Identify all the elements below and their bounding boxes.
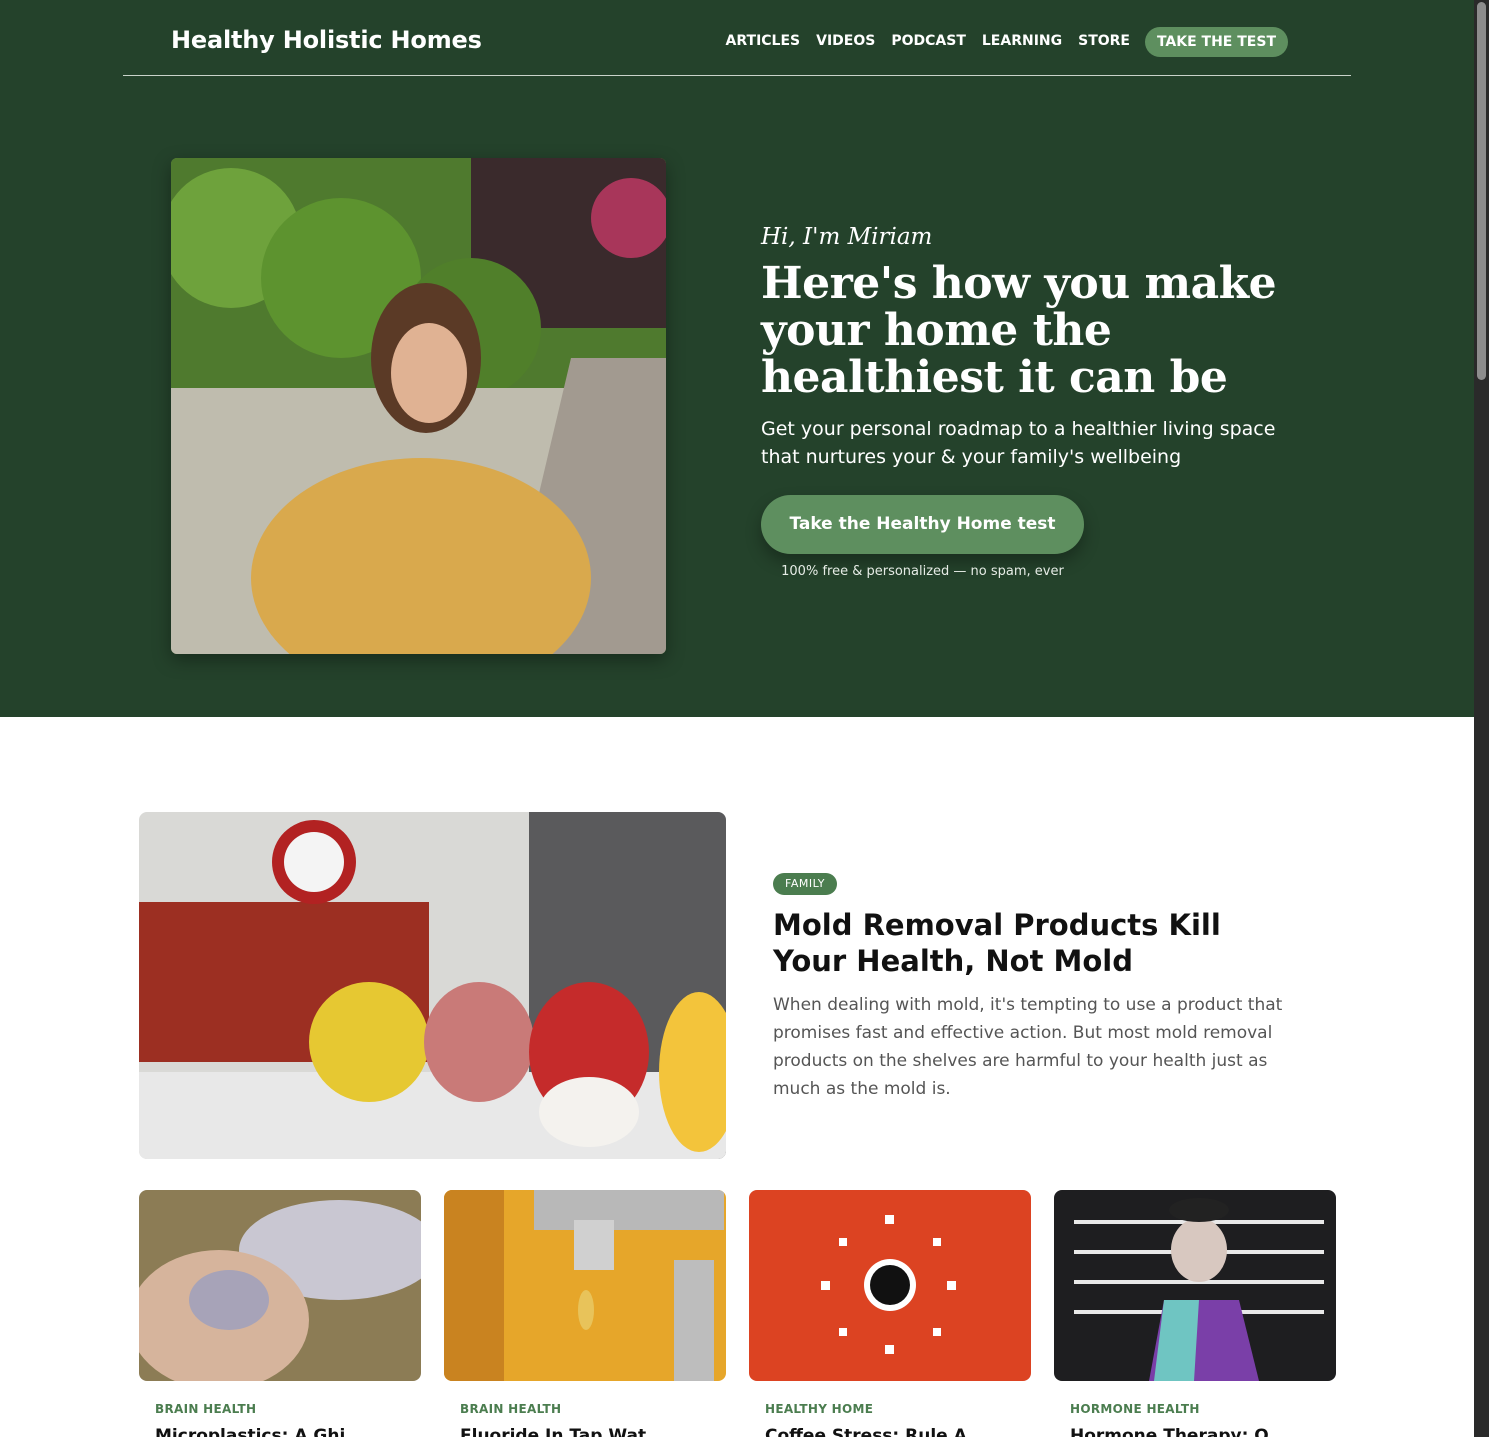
featured-article-title[interactable]: Mold Removal Products Kill Your Health, … <box>773 907 1293 979</box>
article-card-title[interactable]: Hormone Therapy: O... <box>1054 1426 1336 1437</box>
article-card-image[interactable] <box>749 1190 1031 1381</box>
article-card-title[interactable]: Fluoride In Tap Wat... <box>444 1426 726 1437</box>
nav-link-podcast[interactable]: PODCAST <box>891 33 966 49</box>
site-logo[interactable]: Healthy Holistic Homes <box>171 26 482 54</box>
nav-link-articles[interactable]: ARTICLES <box>726 33 801 49</box>
article-card-category[interactable]: HORMONE HEALTH <box>1054 1402 1336 1416</box>
hero-section: Healthy Holistic Homes ARTICLES VIDEOS P… <box>0 0 1474 717</box>
hero-subhead: Get your personal roadmap to a healthier… <box>761 418 1276 468</box>
nav-link-store[interactable]: STORE <box>1078 33 1130 49</box>
article-card[interactable]: BRAIN HEALTH Microplastics: A Ghi... <box>139 1190 421 1437</box>
nav-link-learning[interactable]: LEARNING <box>982 33 1062 49</box>
article-card[interactable]: BRAIN HEALTH Fluoride In Tap Wat... <box>444 1190 726 1437</box>
article-card[interactable]: HEALTHY HOME Coffee Stress: Rule A... <box>749 1190 1031 1437</box>
take-the-test-button[interactable]: TAKE THE TEST <box>1144 27 1288 57</box>
article-card-image[interactable] <box>139 1190 421 1381</box>
article-card-category[interactable]: HEALTHY HOME <box>749 1402 1031 1416</box>
article-card-title[interactable]: Microplastics: A Ghi... <box>139 1426 421 1437</box>
featured-article-image[interactable] <box>139 812 726 1159</box>
article-card-category[interactable]: BRAIN HEALTH <box>444 1402 726 1416</box>
hero-note: 100% free & personalized — no spam, ever <box>781 564 1064 579</box>
hero-portrait-image <box>171 158 666 654</box>
featured-article-text: FAMILY Mold Removal Products Kill Your H… <box>773 872 1333 1103</box>
hero-headline: Here's how you make your home the health… <box>761 258 1277 403</box>
healthy-home-test-button[interactable]: Take the Healthy Home test <box>761 495 1084 554</box>
featured-category-badge[interactable]: FAMILY <box>773 873 837 895</box>
scrollbar[interactable] <box>1474 0 1489 1437</box>
article-card[interactable]: HORMONE HEALTH Hormone Therapy: O... <box>1054 1190 1336 1437</box>
featured-article-excerpt: When dealing with mold, it's tempting to… <box>773 995 1283 1099</box>
nav-links: ARTICLES VIDEOS PODCAST LEARNING STORE <box>726 33 1130 49</box>
article-card-image[interactable] <box>1054 1190 1336 1381</box>
scrollbar-thumb[interactable] <box>1477 2 1486 380</box>
hero-text-block: Hi, I'm Miriam Here's how you make your … <box>761 224 1361 579</box>
page: Healthy Holistic Homes ARTICLES VIDEOS P… <box>0 0 1474 1437</box>
top-nav: Healthy Holistic Homes ARTICLES VIDEOS P… <box>123 0 1351 76</box>
article-card-image[interactable] <box>444 1190 726 1381</box>
nav-link-videos[interactable]: VIDEOS <box>816 33 875 49</box>
article-card-title[interactable]: Coffee Stress: Rule A... <box>749 1426 1031 1437</box>
article-card-category[interactable]: BRAIN HEALTH <box>139 1402 421 1416</box>
hero-greeting: Hi, I'm Miriam <box>761 224 933 250</box>
